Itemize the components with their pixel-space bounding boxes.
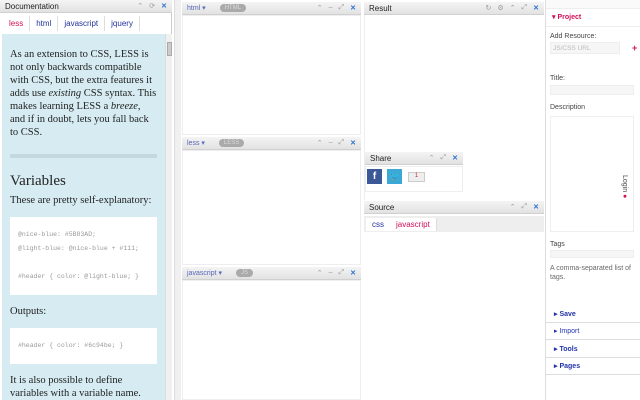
code-block: @nice-blue: #5B83AD; @light-blue: @nice-…	[10, 217, 157, 295]
description-label: Description	[550, 104, 586, 111]
add-resource-label: Add Resource:	[550, 33, 597, 40]
documentation-header: Documentation ⌃ ⟳ ✕	[0, 0, 172, 13]
collapse-icon[interactable]: ⌃	[317, 4, 323, 12]
tags-input[interactable]	[550, 250, 634, 258]
close-icon[interactable]: ✕	[533, 4, 539, 12]
login-tab[interactable]: Login ●	[621, 175, 628, 198]
close-icon[interactable]: ✕	[533, 203, 539, 211]
section-heading: Variables	[10, 173, 66, 189]
paragraph: These are pretty self-explanatory:	[10, 195, 152, 206]
share-count: 1	[414, 173, 419, 179]
source-header: Source ⌃ ⤢ ✕	[364, 201, 544, 214]
html-editor-header: html ▾ HTML ⌃ – ⤢ ✕	[182, 2, 361, 15]
popout-icon[interactable]: ⤢	[339, 139, 345, 147]
tab-jquery[interactable]: jquery	[105, 16, 140, 31]
close-icon[interactable]: ✕	[350, 139, 356, 147]
project-section[interactable]: ▾ Project	[552, 13, 581, 21]
title-label: Title:	[550, 75, 565, 82]
collapse-icon[interactable]: ⌃	[510, 203, 516, 211]
project-sidebar: ▾ Project Add Resource: JS/CSS URL + Tit…	[545, 0, 640, 400]
close-icon[interactable]: ✕	[161, 2, 167, 10]
minimize-icon[interactable]: –	[329, 139, 333, 147]
popout-icon[interactable]: ⟳	[149, 2, 155, 10]
popout-icon[interactable]: ⤢	[441, 154, 447, 162]
less-editor-header: less ▾ LESS ⌃ – ⤢ ✕	[182, 137, 361, 150]
popout-icon[interactable]: ⤢	[339, 269, 345, 277]
panel-title: Source	[369, 202, 395, 212]
code-block: #header { color: #6c94be; }	[10, 328, 157, 364]
doc-content: As an extension to CSS, LESS is not only…	[2, 34, 165, 400]
panel-title: Result	[369, 3, 392, 13]
tab-html[interactable]: html	[30, 16, 59, 31]
mode-badge: HTML	[219, 4, 247, 12]
close-icon[interactable]: ✕	[452, 154, 458, 162]
divider	[10, 154, 157, 158]
js-editor[interactable]	[182, 280, 361, 400]
documentation-panel: Documentation ⌃ ⟳ ✕ less html javascript j…	[0, 0, 172, 400]
tools-section[interactable]: ▸ Tools	[546, 341, 640, 358]
doc-tabs: less html javascript jquery	[3, 16, 140, 31]
tab-less[interactable]: less	[3, 16, 31, 31]
mode-select[interactable]: less	[187, 140, 199, 147]
settings-icon[interactable]: ⚙	[497, 4, 503, 12]
collapse-icon[interactable]: ⌃	[317, 139, 323, 147]
share-body: f 🐦 1	[365, 166, 463, 192]
title-input[interactable]	[550, 85, 634, 95]
popout-icon[interactable]: ⤢	[339, 4, 345, 12]
html-editor[interactable]	[182, 15, 361, 135]
close-icon[interactable]: ✕	[350, 269, 356, 277]
resource-url-input[interactable]: JS/CSS URL	[550, 42, 620, 54]
code-line: #header { color: @light-blue; }	[18, 273, 139, 280]
paragraph: Outputs:	[10, 306, 47, 317]
facebook-button[interactable]: f	[367, 169, 382, 184]
main-scrollbar[interactable]	[174, 0, 181, 400]
description-textarea[interactable]	[550, 116, 634, 232]
popout-icon[interactable]: ⤢	[522, 203, 528, 211]
js-editor-header: javascript ▾ JS ⌃ – ⤢ ✕	[182, 267, 361, 280]
mode-select[interactable]: html	[187, 5, 200, 12]
panel-title: Documentation	[5, 1, 59, 11]
minimize-icon[interactable]: –	[329, 4, 333, 12]
popout-icon[interactable]: ⤢	[522, 4, 528, 12]
mode-badge: LESS	[218, 139, 245, 147]
doc-scrollbar[interactable]	[165, 34, 172, 400]
result-header: Result ↻ ⚙ ⌃ ⤢ ✕	[364, 2, 544, 15]
collapse-icon[interactable]: ⌃	[137, 2, 143, 10]
tab-javascript[interactable]: javascript	[58, 16, 106, 31]
pages-section[interactable]: ▸ Pages	[546, 358, 640, 375]
share-header: Share ⌃ ⤢ ✕	[365, 152, 463, 165]
code-line: @nice-blue: #5B83AD;	[18, 231, 97, 238]
mode-select[interactable]: javascript	[187, 270, 217, 277]
panel-title: Share	[370, 153, 392, 163]
add-resource-icon[interactable]: +	[632, 43, 637, 53]
less-editor[interactable]	[182, 150, 361, 265]
tags-label: Tags	[550, 241, 565, 248]
mode-badge: JS	[236, 269, 254, 277]
source-tabs: css javascript	[364, 216, 544, 232]
paragraph: It is also possible to define variables …	[10, 375, 141, 399]
tags-hint: A comma-separated list of tags.	[550, 265, 631, 281]
collapse-icon[interactable]: ⌃	[510, 4, 516, 12]
close-icon[interactable]: ✕	[350, 4, 356, 12]
google-plus-button[interactable]: 1	[408, 172, 425, 182]
minimize-icon[interactable]: –	[329, 269, 333, 277]
refresh-icon[interactable]: ↻	[485, 4, 491, 12]
code-line: @light-blue: @nice-blue + #111;	[18, 245, 139, 252]
collapse-icon[interactable]: ⌃	[317, 269, 323, 277]
save-section[interactable]: ▸ Save	[546, 306, 640, 323]
import-section[interactable]: ▸ Import	[546, 323, 640, 340]
collapse-icon[interactable]: ⌃	[429, 154, 435, 162]
twitter-button[interactable]: 🐦	[387, 169, 402, 184]
tab-javascript[interactable]: javascript	[390, 218, 437, 231]
intro-text: As an extension to CSS, LESS is not only…	[10, 49, 157, 138]
tab-css[interactable]: css	[366, 218, 391, 231]
